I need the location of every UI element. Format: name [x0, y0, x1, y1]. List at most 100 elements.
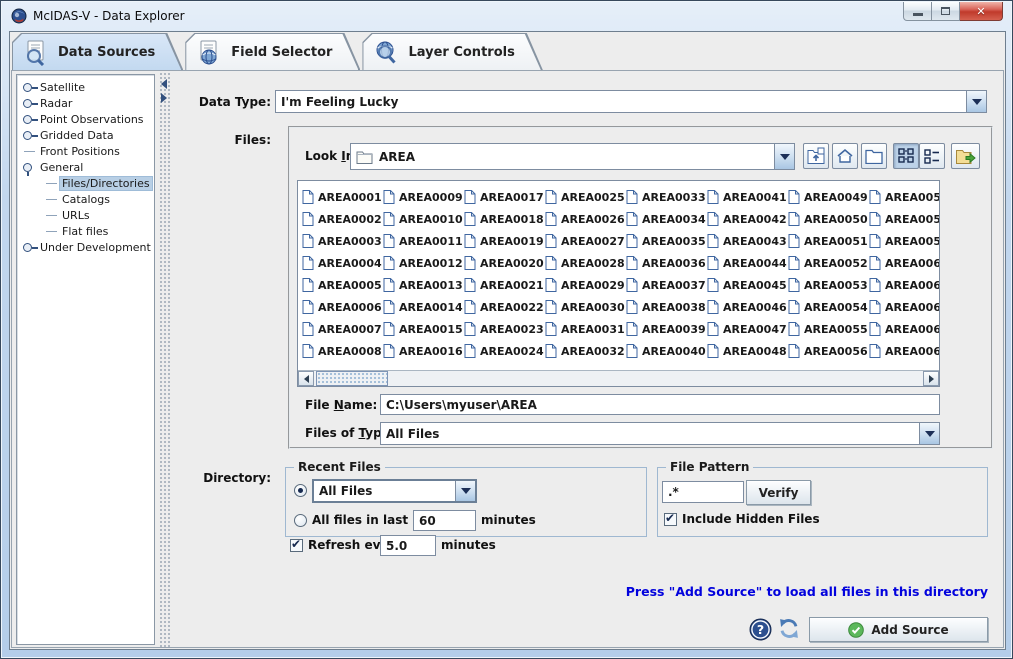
files-in-last-input[interactable]: 60: [413, 510, 476, 531]
tree-item-under-development[interactable]: Under Development: [17, 239, 154, 255]
file-item[interactable]: AREA0057: [869, 186, 939, 208]
file-item[interactable]: AREA0054: [788, 296, 869, 318]
file-item[interactable]: AREA0060: [869, 252, 939, 274]
tree-item-front-positions[interactable]: Front Positions: [17, 143, 154, 159]
file-item[interactable]: AREA0017: [464, 186, 545, 208]
tree-item-general[interactable]: General: [17, 159, 154, 175]
file-item[interactable]: AREA0024: [464, 340, 545, 362]
data-type-combo[interactable]: I'm Feeling Lucky: [275, 90, 987, 113]
file-item[interactable]: AREA0014: [383, 296, 464, 318]
verify-button[interactable]: Verify: [746, 480, 811, 505]
tab-data-sources[interactable]: Data Sources: [12, 33, 183, 70]
refresh-minutes-input[interactable]: 5.0: [380, 535, 436, 556]
file-item[interactable]: AREA0032: [545, 340, 626, 362]
file-item[interactable]: AREA0050: [788, 208, 869, 230]
tree-item-flat-files[interactable]: Flat files: [17, 223, 154, 239]
tree-toggle-icon[interactable]: [22, 95, 38, 111]
files-in-last-radio[interactable]: [294, 514, 307, 527]
file-item[interactable]: AREA0062: [869, 296, 939, 318]
reload-button[interactable]: [777, 616, 801, 640]
maximize-button[interactable]: [932, 2, 960, 21]
file-item[interactable]: AREA0034: [626, 208, 707, 230]
file-item[interactable]: AREA0041: [707, 186, 788, 208]
file-pattern-input[interactable]: .*: [662, 481, 744, 503]
chevron-down-icon[interactable]: [966, 91, 986, 112]
tree-toggle-icon[interactable]: [22, 127, 38, 143]
tree-toggle-icon[interactable]: [22, 79, 38, 95]
horizontal-scrollbar[interactable]: [298, 370, 939, 386]
split-divider[interactable]: [158, 71, 171, 647]
tree-item-satellite[interactable]: Satellite: [17, 79, 154, 95]
file-item[interactable]: AREA0036: [626, 252, 707, 274]
file-item[interactable]: AREA0040: [626, 340, 707, 362]
file-item[interactable]: AREA0001: [302, 186, 383, 208]
file-item[interactable]: AREA0012: [383, 252, 464, 274]
tree-item-gridded-data[interactable]: Gridded Data: [17, 127, 154, 143]
file-item[interactable]: AREA0061: [869, 274, 939, 296]
chevron-down-icon[interactable]: [919, 423, 939, 444]
file-item[interactable]: AREA0019: [464, 230, 545, 252]
file-item[interactable]: AREA0044: [707, 252, 788, 274]
file-item[interactable]: AREA0022: [464, 296, 545, 318]
file-item[interactable]: AREA0045: [707, 274, 788, 296]
chevron-down-icon[interactable]: [774, 144, 794, 169]
chevron-down-icon[interactable]: [455, 481, 475, 501]
details-view-toggle[interactable]: [919, 143, 945, 169]
scrollbar-thumb[interactable]: [316, 371, 388, 386]
file-item[interactable]: AREA0030: [545, 296, 626, 318]
file-item[interactable]: AREA0021: [464, 274, 545, 296]
minimize-button[interactable]: [903, 2, 932, 21]
file-item[interactable]: AREA0058: [869, 208, 939, 230]
tree-toggle-icon[interactable]: [22, 159, 38, 175]
file-item[interactable]: AREA0009: [383, 186, 464, 208]
file-item[interactable]: AREA0042: [707, 208, 788, 230]
file-item[interactable]: AREA0008: [302, 340, 383, 362]
file-item[interactable]: AREA0018: [464, 208, 545, 230]
file-item[interactable]: AREA0028: [545, 252, 626, 274]
file-item[interactable]: AREA0026: [545, 208, 626, 230]
file-item[interactable]: AREA0037: [626, 274, 707, 296]
new-folder-button[interactable]: [861, 143, 887, 169]
file-item[interactable]: AREA0047: [707, 318, 788, 340]
file-item[interactable]: AREA0059: [869, 230, 939, 252]
file-item[interactable]: AREA0051: [788, 230, 869, 252]
file-item[interactable]: AREA0039: [626, 318, 707, 340]
look-in-combo[interactable]: AREA: [350, 143, 795, 170]
file-item[interactable]: AREA0064: [869, 340, 939, 362]
add-source-button[interactable]: Add Source: [809, 617, 988, 642]
collapse-left-icon[interactable]: [161, 79, 167, 89]
file-item[interactable]: AREA0011: [383, 230, 464, 252]
file-item[interactable]: AREA0029: [545, 274, 626, 296]
list-view-toggle[interactable]: [893, 143, 919, 169]
files-of-type-combo[interactable]: All Files: [380, 422, 940, 445]
file-item[interactable]: AREA0043: [707, 230, 788, 252]
recent-files-combo[interactable]: All Files: [312, 479, 477, 503]
refresh-checkbox[interactable]: [290, 539, 303, 552]
file-item[interactable]: AREA0007: [302, 318, 383, 340]
file-item[interactable]: AREA0023: [464, 318, 545, 340]
file-item[interactable]: AREA0035: [626, 230, 707, 252]
file-item[interactable]: AREA0046: [707, 296, 788, 318]
up-one-level-button[interactable]: [803, 143, 829, 169]
home-button[interactable]: [832, 143, 858, 169]
scroll-right-icon[interactable]: [923, 371, 939, 386]
file-item[interactable]: AREA0010: [383, 208, 464, 230]
tab-layer-controls[interactable]: Layer Controls: [362, 33, 542, 70]
tree-item-point-observations[interactable]: Point Observations: [17, 111, 154, 127]
file-item[interactable]: AREA0038: [626, 296, 707, 318]
file-item[interactable]: AREA0006: [302, 296, 383, 318]
close-button[interactable]: ✕: [960, 2, 1003, 21]
file-item[interactable]: AREA0002: [302, 208, 383, 230]
tab-field-selector[interactable]: Field Selector: [185, 33, 360, 70]
file-item[interactable]: AREA0013: [383, 274, 464, 296]
tree-item-radar[interactable]: Radar: [17, 95, 154, 111]
tree-item-urls[interactable]: URLs: [17, 207, 154, 223]
file-item[interactable]: AREA0053: [788, 274, 869, 296]
open-selected-folder-button[interactable]: [951, 143, 980, 169]
tree-toggle-icon[interactable]: [22, 111, 38, 127]
scroll-left-icon[interactable]: [298, 371, 314, 386]
file-item[interactable]: AREA0033: [626, 186, 707, 208]
file-name-input[interactable]: C:\Users\myuser\AREA: [380, 394, 940, 415]
file-item[interactable]: AREA0004: [302, 252, 383, 274]
file-item[interactable]: AREA0055: [788, 318, 869, 340]
